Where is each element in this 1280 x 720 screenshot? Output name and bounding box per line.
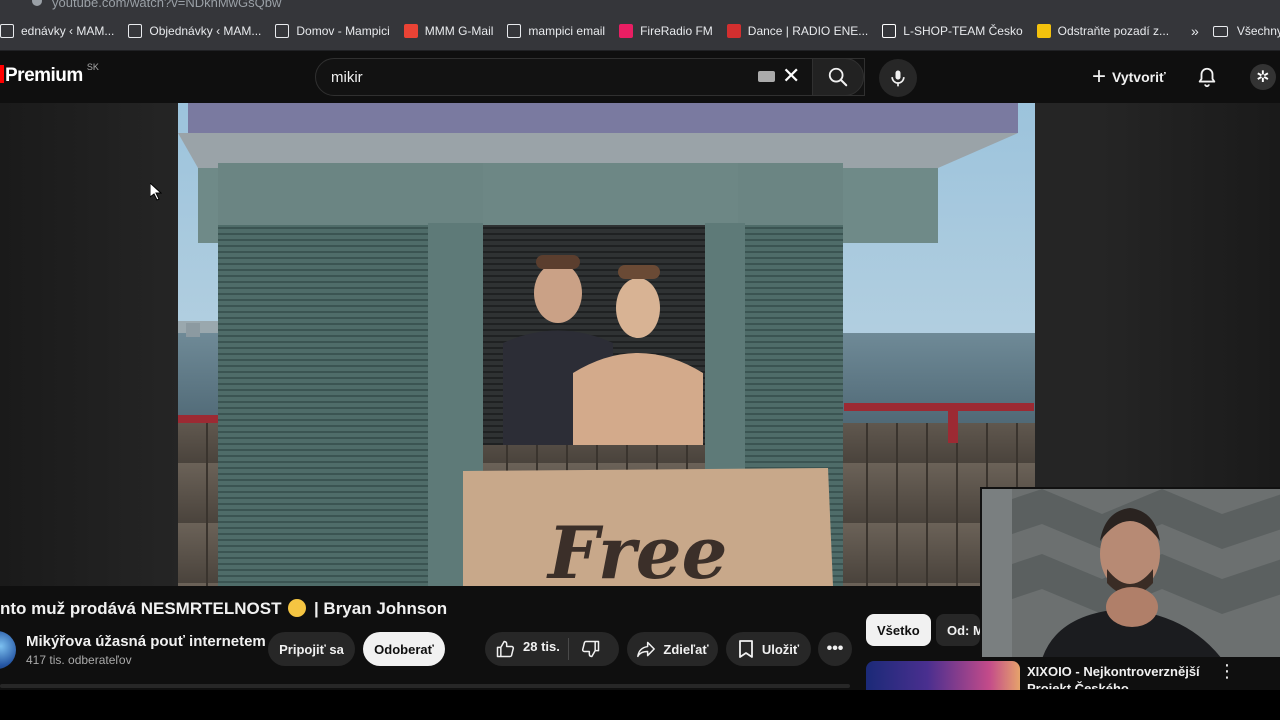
bookmark-item[interactable]: Objednávky ‹ MAM...	[122, 17, 269, 45]
bookmark-label: Dance | RADIO ENE...	[747, 24, 869, 38]
share-button[interactable]: Zdieľať	[627, 632, 718, 666]
bookmark-icon	[738, 640, 753, 658]
join-button[interactable]: Pripojiť sa	[268, 632, 355, 666]
youtube-header: Premium SK ✕ + Vytvoriť ✲	[0, 51, 1280, 103]
webcam-overlay	[980, 487, 1280, 657]
subscribe-button[interactable]: Odoberať	[363, 632, 445, 666]
video-title-suffix: | Bryan Johnson	[313, 599, 448, 618]
microphone-icon	[891, 70, 905, 87]
wordpress-icon	[275, 24, 290, 38]
youtube-premium-logo[interactable]: Premium SK	[0, 62, 99, 87]
like-dislike-group: 28 tis.	[485, 632, 619, 666]
search-input[interactable]	[331, 68, 751, 86]
search-icon	[828, 67, 848, 87]
more-vertical-icon[interactable]: ⋮	[1218, 662, 1236, 680]
bookmark-item[interactable]: mampici email	[501, 17, 613, 45]
energy-icon	[726, 24, 741, 38]
bookmark-item[interactable]: Odstraňte pozadí z...	[1031, 17, 1177, 45]
flushed-face-emoji-icon	[288, 599, 307, 617]
mail-icon	[507, 24, 522, 38]
video-frame: Free	[178, 103, 1035, 586]
create-label: Vytvoriť	[1112, 69, 1166, 85]
bottom-edge	[0, 690, 1280, 720]
folder-label: Všechny zá	[1236, 24, 1280, 38]
video-title: nto muž prodává NESMRTELNOST | Bryan Joh…	[0, 599, 447, 619]
thumbs-down-icon	[581, 640, 600, 658]
account-avatar-icon: ✲	[1256, 69, 1270, 86]
fireradio-icon	[619, 24, 634, 38]
browser-url-bar[interactable]: youtube.com/watch?v=NDknMwGsQbw	[0, 0, 1280, 12]
chip-all[interactable]: Všetko	[866, 614, 931, 646]
clear-search-icon[interactable]: ✕	[782, 65, 800, 87]
like-button[interactable]: 28 tis.	[495, 639, 560, 659]
bookmark-label: mampici email	[528, 24, 606, 38]
bookmark-label: Objednávky ‹ MAM...	[149, 24, 262, 38]
bookmark-item[interactable]: Dance | RADIO ENE...	[721, 17, 877, 45]
notifications-button[interactable]	[1196, 65, 1218, 94]
bookmarks-overflow-icon[interactable]: »	[1177, 23, 1213, 39]
bookmarks-bar: ednávky ‹ MAM... Objednávky ‹ MAM... Domov…	[0, 12, 1280, 51]
bookmark-label: FireRadio FM	[640, 24, 713, 38]
bookmark-label: Domov - Mampici	[296, 24, 390, 38]
webcam-frame	[982, 489, 1280, 657]
dislike-button[interactable]	[581, 639, 601, 659]
lshop-icon	[882, 24, 897, 38]
bell-icon	[1198, 67, 1216, 88]
url-text[interactable]: youtube.com/watch?v=NDknMwGsQbw	[52, 0, 281, 10]
wordpress-icon	[128, 24, 143, 38]
subscriber-count: 417 tis. odberateľov	[26, 653, 132, 667]
bookmark-label: Odstraňte pozadí z...	[1057, 24, 1170, 38]
bookmark-item[interactable]: FireRadio FM	[613, 17, 721, 45]
sign-text: Free	[546, 510, 727, 586]
bookmark-item[interactable]: L-SHOP-TEAM Česko	[876, 17, 1030, 45]
youtube-logo-icon	[0, 65, 4, 83]
more-horizontal-icon: •••	[826, 640, 844, 657]
save-label: Uložiť	[761, 641, 800, 657]
site-info-icon[interactable]	[32, 0, 42, 6]
removebg-icon	[1036, 24, 1051, 38]
thumbs-up-icon	[496, 640, 515, 658]
like-divider	[567, 638, 569, 660]
recommendation-title[interactable]: XIXOIO - Nejkontroverznější Projekt Česk…	[1027, 663, 1207, 689]
keyboard-icon[interactable]	[758, 71, 775, 82]
channel-name[interactable]: Mikýřova úžasná pouť internetem	[26, 633, 266, 650]
search-box: ✕	[315, 58, 865, 96]
bookmark-item[interactable]: MMM G-Mail	[398, 17, 502, 45]
logo-text: Premium	[5, 65, 83, 86]
more-actions-button[interactable]: •••	[818, 632, 852, 666]
description-box-edge[interactable]	[0, 684, 850, 688]
bookmark-label: ednávky ‹ MAM...	[21, 24, 115, 38]
bookmark-label: MMM G-Mail	[424, 24, 494, 38]
wordpress-icon	[0, 24, 14, 38]
bookmark-label: L-SHOP-TEAM Česko	[903, 24, 1023, 38]
share-icon	[637, 641, 656, 658]
chip-from-channel[interactable]: Od: M	[936, 614, 980, 646]
search-button[interactable]	[812, 58, 864, 96]
gmail-icon	[403, 24, 418, 38]
account-avatar[interactable]: ✲	[1250, 64, 1276, 90]
plus-icon: +	[1092, 63, 1107, 90]
logo-country-code: SK	[86, 62, 99, 72]
create-button[interactable]: + Vytvoriť	[1092, 59, 1166, 95]
mouse-cursor-icon	[149, 181, 163, 206]
all-bookmarks-folder[interactable]: Všechny zá	[1212, 24, 1280, 38]
folder-icon	[1212, 25, 1228, 37]
channel-avatar[interactable]	[0, 631, 16, 669]
video-title-text: nto muž prodává NESMRTELNOST	[0, 599, 282, 618]
save-button[interactable]: Uložiť	[726, 632, 811, 666]
voice-search-button[interactable]	[879, 59, 917, 97]
bookmark-item[interactable]: Domov - Mampici	[269, 17, 397, 45]
like-count: 28 tis.	[523, 639, 560, 654]
bookmark-item[interactable]: ednávky ‹ MAM...	[0, 17, 122, 45]
video-player[interactable]: Free	[178, 103, 1035, 586]
share-label: Zdieľať	[663, 641, 709, 657]
